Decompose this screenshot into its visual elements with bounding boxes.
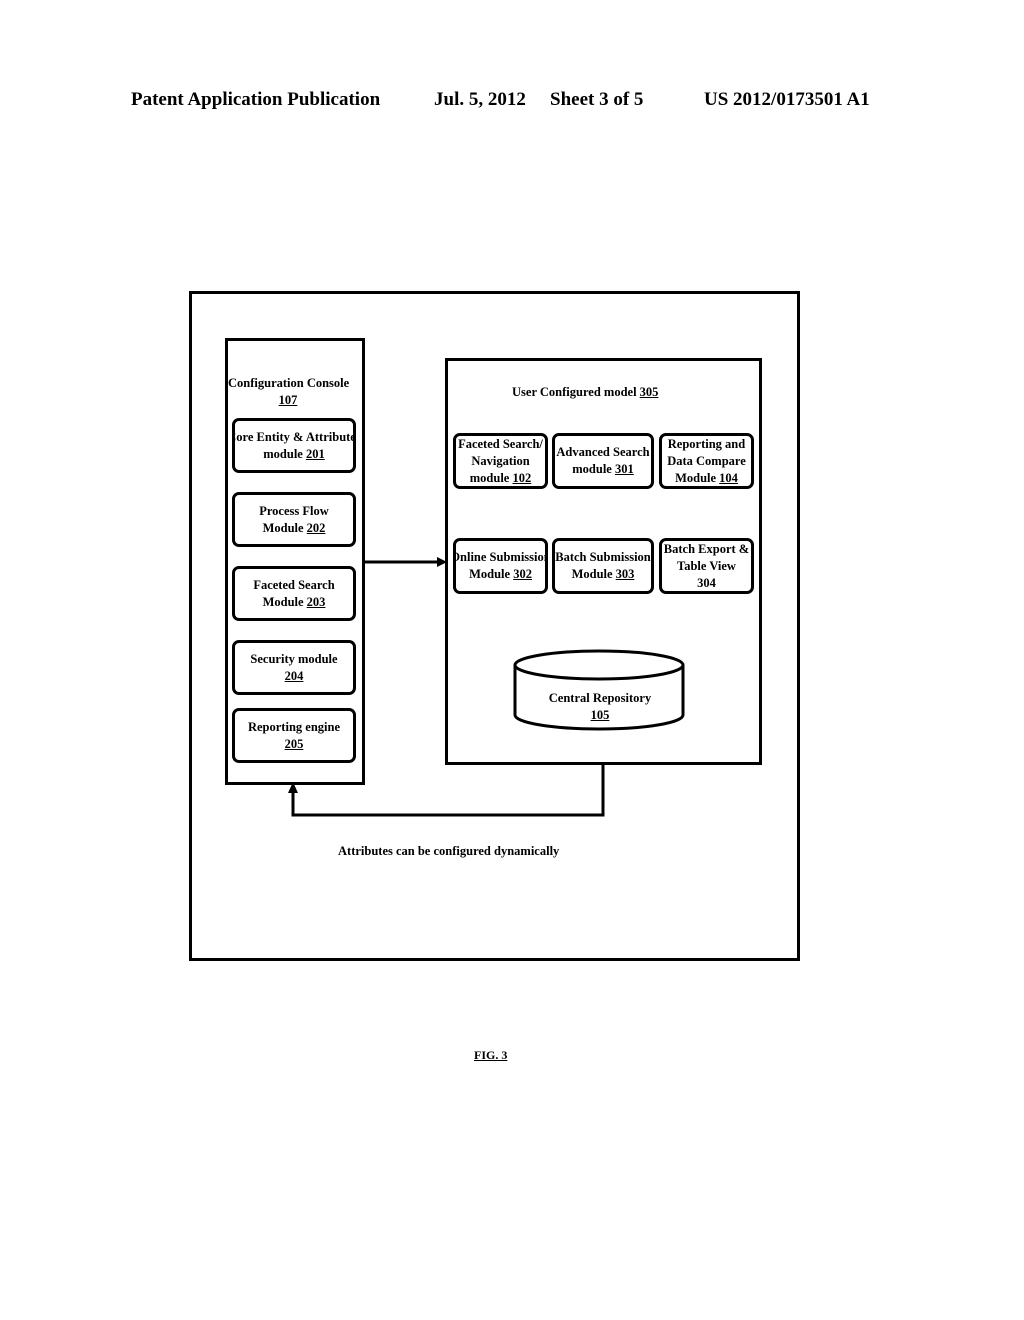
patent-number: US 2012/0173501 A1 xyxy=(704,89,870,110)
online-submission-module: Online Submission Module 302 xyxy=(453,538,548,594)
module-label: Advanced Search xyxy=(556,445,650,459)
module-ref: 304 xyxy=(697,575,716,590)
module-label: Module xyxy=(571,567,616,581)
module-label: Faceted Search xyxy=(253,577,335,592)
module-ref: 204 xyxy=(284,668,304,683)
module-label: Security module xyxy=(250,651,338,666)
publication-date: Jul. 5, 2012 xyxy=(434,89,526,110)
module-label: Core Entity & Attributes xyxy=(232,429,356,444)
security-module: Security module 204 xyxy=(232,640,356,695)
module-ref: 203 xyxy=(306,594,326,609)
user-configured-model-ref: 305 xyxy=(639,385,659,399)
module-label: Data Compare xyxy=(667,453,746,468)
user-configured-model-title: User Configured model 305 xyxy=(512,384,658,401)
module-label: Module xyxy=(262,520,307,535)
module-label: Module xyxy=(469,567,514,581)
advanced-search-module: Advanced Search module 301 xyxy=(552,433,654,489)
module-ref: 202 xyxy=(306,520,326,535)
configuration-console-ref: 107 xyxy=(278,393,298,407)
module-label: Table View xyxy=(677,558,736,573)
configuration-console-label: Configuration Console xyxy=(228,376,350,390)
configuration-console-title: Configuration Console 107 xyxy=(228,375,350,409)
module-label: Process Flow xyxy=(259,503,329,518)
faceted-search-module: Faceted Search Module 203 xyxy=(232,566,356,621)
process-flow-module: Process Flow Module 202 xyxy=(232,492,356,547)
module-ref: 301 xyxy=(614,462,634,476)
module-label: Batch Export & xyxy=(663,541,750,556)
module-ref: 104 xyxy=(719,470,738,485)
module-label: Batch Submission xyxy=(555,550,651,564)
module-label: Faceted Search/ xyxy=(458,436,543,451)
publication-title: Patent Application Publication xyxy=(131,89,381,110)
reporting-data-compare-module: Reporting and Data Compare Module 104 xyxy=(659,433,754,489)
module-label: module xyxy=(469,470,513,485)
faceted-search-navigation-module: Faceted Search/ Navigation module 102 xyxy=(453,433,548,489)
batch-submission-module: Batch Submission Module 303 xyxy=(552,538,654,594)
module-label: module xyxy=(263,446,306,461)
reporting-engine-module: Reporting engine 205 xyxy=(232,708,356,763)
module-ref: 201 xyxy=(305,446,325,461)
module-ref: 205 xyxy=(284,736,304,751)
core-entity-attributes-module: Core Entity & Attributes module 201 xyxy=(232,418,356,473)
user-configured-model-label: User Configured model xyxy=(512,385,640,399)
batch-export-table-view-module: Batch Export & Table View 304 xyxy=(659,538,754,594)
module-label: Reporting and xyxy=(667,436,746,451)
module-label: module xyxy=(572,462,615,476)
module-label: Module xyxy=(675,470,720,485)
feedback-caption: Attributes can be configured dynamically xyxy=(338,844,560,858)
module-ref: 302 xyxy=(513,567,532,581)
module-label: Reporting engine xyxy=(247,719,340,734)
sheet-number: Sheet 3 of 5 xyxy=(550,89,644,110)
central-repository-label: Central Repository xyxy=(548,691,652,705)
central-repository-ref: 105 xyxy=(590,708,610,722)
module-label: Online Submission xyxy=(453,550,548,564)
module-ref: 303 xyxy=(615,567,635,581)
module-ref: 102 xyxy=(512,470,532,485)
central-repository: Central Repository 105 xyxy=(515,690,685,724)
module-label: Module xyxy=(262,594,307,609)
figure-label: FIG. 3 xyxy=(474,1048,508,1062)
module-label: Navigation xyxy=(471,453,530,468)
